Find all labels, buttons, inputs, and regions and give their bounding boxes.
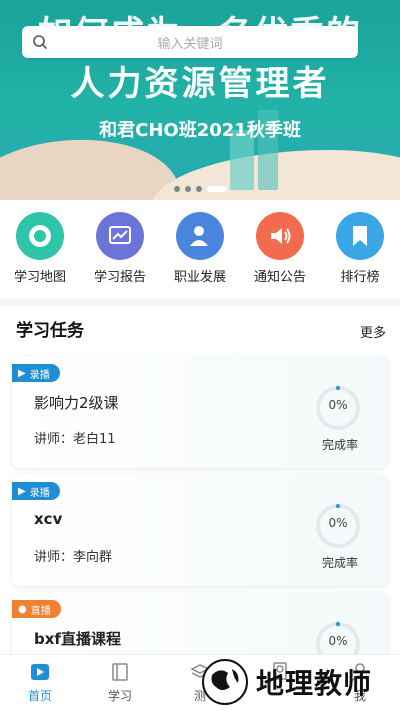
progress-value: 0%: [328, 634, 348, 648]
watermark: 地理教师: [200, 656, 396, 708]
nav-label: 学习报告: [93, 270, 146, 285]
home-icon: [31, 664, 49, 680]
nav-ranking[interactable]: 排行榜: [324, 212, 396, 298]
task-teacher: 讲师：李向群: [34, 550, 113, 565]
play-icon: ▶: [18, 367, 26, 379]
badge-label: 录播: [29, 369, 50, 381]
task-title: 影响力2级课: [34, 394, 119, 412]
task-title: xcv: [34, 510, 63, 528]
task-card[interactable]: ● 直播 bxf直播课程 0%: [12, 592, 388, 654]
banner-title: 人力资源管理者: [70, 64, 330, 104]
speaker-icon: [256, 212, 304, 260]
nav-label: 排行榜: [340, 270, 380, 285]
progress-value: 0%: [328, 516, 348, 530]
badge-label: 直播: [30, 605, 51, 617]
tab-label: 首页: [27, 689, 52, 703]
carousel-dot[interactable]: [196, 186, 202, 192]
bookmark-icon: [336, 212, 384, 260]
nav-learning-report[interactable]: 学习报告: [84, 212, 156, 298]
recorded-badge: ▶ 录播: [12, 364, 60, 382]
chart-report-icon: [96, 212, 144, 260]
tab-study[interactable]: 学习: [88, 655, 152, 711]
more-link[interactable]: 更多: [360, 322, 386, 341]
book-icon: [112, 663, 128, 681]
carousel-indicator: [174, 186, 227, 192]
nav-career[interactable]: 职业发展: [164, 212, 236, 298]
search-bar[interactable]: 输入关键词: [22, 26, 358, 58]
section-header: 学习任务 更多: [0, 306, 400, 350]
task-teacher: 讲师：老白11: [34, 432, 116, 447]
tab-home[interactable]: 首页: [8, 655, 72, 711]
person-career-icon: [176, 212, 224, 260]
task-list: ▶ 录播 影响力2级课 讲师：老白11 0% 完成率 ▶ 录播 xcv 讲师：李向群…: [0, 350, 400, 654]
search-icon: [33, 35, 47, 49]
task-card[interactable]: ▶ 录播 xcv 讲师：李向群 0% 完成率: [12, 474, 388, 586]
carousel-dot[interactable]: [174, 186, 180, 192]
badge-label: 录播: [29, 487, 50, 499]
carousel-dot-active[interactable]: [207, 186, 227, 192]
nav-notices[interactable]: 通知公告: [244, 212, 316, 298]
nav-label: 职业发展: [173, 270, 226, 285]
nav-learning-map[interactable]: 学习地图: [4, 212, 76, 298]
play-icon: ▶: [18, 485, 26, 497]
task-card[interactable]: ▶ 录播 影响力2级课 讲师：老白11 0% 完成率: [12, 356, 388, 468]
banner-subtitle: 和君CHO班2021秋季班: [99, 120, 301, 141]
carousel-dot[interactable]: [185, 186, 191, 192]
progress-value: 0%: [328, 398, 348, 412]
search-input[interactable]: 输入关键词: [48, 33, 332, 52]
live-badge: ● 直播: [12, 600, 61, 618]
recorded-badge: ▶ 录播: [12, 482, 60, 500]
completion-label: 完成率: [321, 556, 358, 570]
nav-label: 通知公告: [253, 270, 306, 285]
quick-nav: 学习地图 学习报告 职业发展 通知公告 排行榜: [0, 200, 400, 298]
tab-label: 学习: [107, 689, 132, 703]
completion-label: 完成率: [321, 438, 358, 452]
task-title: bxf直播课程: [34, 630, 121, 648]
live-dot-icon: ●: [18, 603, 27, 615]
section-title: 学习任务: [16, 321, 84, 341]
watermark-text: 地理教师: [256, 667, 373, 700]
nav-label: 学习地图: [13, 270, 66, 285]
globe-logo-icon: [202, 659, 248, 705]
map-target-icon: [16, 212, 64, 260]
